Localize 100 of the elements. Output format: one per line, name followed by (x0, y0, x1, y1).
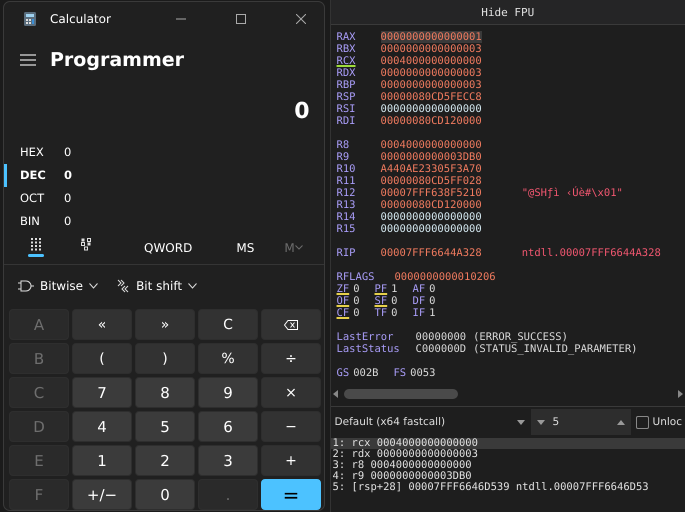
dropdown-button[interactable]: Bit shift (116, 273, 198, 300)
calculator-key[interactable]: 6 (198, 411, 258, 442)
bit-shift-icon (116, 279, 130, 294)
calculator-key[interactable]: % (198, 343, 258, 374)
hide-fpu-button[interactable]: Hide FPU (481, 6, 534, 18)
calculator-key[interactable]: 2 (135, 445, 195, 476)
result-display: 0 (294, 99, 310, 126)
calculator-app-icon (24, 12, 36, 26)
register-value[interactable]: 00000000 (416, 331, 466, 343)
register-value[interactable]: 002B (353, 367, 378, 379)
flag-name: CF (336, 307, 350, 319)
horizontal-scrollbar[interactable] (330, 386, 685, 402)
radix-row[interactable]: DEC 0 (4, 164, 204, 187)
calculator-key[interactable]: ÷ (261, 343, 321, 374)
keypad-icon (31, 238, 41, 252)
argument-row[interactable]: 5: [rsp+28] 00007FFF6646D539 ntdll.00007FFF6646D53 (330, 482, 685, 493)
argument-row[interactable]: 1: rcx 0004000000000000 (330, 438, 685, 449)
calculator-key[interactable]: 1 (72, 445, 132, 476)
backspace-icon (284, 320, 298, 330)
calculator-key[interactable]: « (72, 309, 132, 340)
register-value[interactable]: 0000000000000001 (380, 31, 482, 43)
register-name: R8 (336, 139, 350, 151)
register-name: GS (336, 367, 350, 379)
argument-row[interactable]: 4: r9 0000000000003DB0 (330, 471, 685, 482)
radix-row[interactable]: HEX 0 (4, 140, 204, 164)
unlock-checkbox[interactable]: Unloc (636, 416, 682, 428)
flag-value[interactable]: 0 (353, 307, 360, 319)
menu-button[interactable] (20, 54, 36, 66)
argument-row[interactable]: 2: rdx 0000000000000003 (330, 449, 685, 460)
register-name: LastStatus (336, 343, 401, 355)
register-name: RBX (336, 43, 356, 55)
register-name: RFLAGS (336, 271, 374, 283)
calculator-key[interactable]: » (135, 309, 195, 340)
register-value[interactable]: C000000D (416, 343, 466, 355)
register-value[interactable]: 0053 (410, 367, 436, 379)
flag-value[interactable]: 1 (429, 307, 436, 319)
calculator-key[interactable]: + (261, 445, 321, 476)
flag-value[interactable]: 0 (391, 307, 398, 319)
radix-row[interactable]: BIN 0 (4, 210, 204, 233)
flag-value[interactable]: 0 (353, 295, 360, 307)
register-name: R12 (336, 187, 356, 199)
register-value[interactable]: 00000080CD120000 (380, 115, 482, 127)
dropdown-button[interactable]: Bitwise (18, 273, 98, 300)
register-value[interactable]: 00007FFF6644A328 (380, 247, 482, 259)
register-value[interactable]: 0000000000010206 (394, 271, 496, 283)
calculator-key[interactable]: C (198, 309, 258, 340)
status-description: (STATUS_INVALID_PARAMETER) (473, 343, 638, 355)
radix-row[interactable]: OCT 0 (4, 186, 204, 210)
register-name: R14 (336, 211, 356, 223)
calculator-key[interactable]: − (261, 411, 321, 442)
calculator-key[interactable]: +/− (72, 479, 132, 510)
calculator-key[interactable]: 8 (135, 377, 195, 408)
backspace-key[interactable] (261, 309, 321, 340)
register-name: RBP (336, 79, 356, 91)
calculator-key[interactable]: 0 (135, 479, 195, 510)
flag-value[interactable]: 0 (429, 283, 436, 295)
register-name: R9 (336, 151, 350, 163)
register-value[interactable]: 0004000000000000 (380, 55, 482, 67)
register-value[interactable]: 0000000000000000 (380, 223, 482, 235)
chevron-down-icon (89, 283, 98, 290)
register-value[interactable]: 0000000000003DB0 (380, 151, 482, 163)
register-value[interactable]: 00000080CD5FECC8 (380, 91, 482, 103)
maximize-icon (236, 14, 246, 24)
register-value[interactable]: 00000080CD120000 (380, 199, 482, 211)
memory-button[interactable]: MS (236, 240, 254, 255)
calculator-key[interactable]: 7 (72, 377, 132, 408)
flag-name: AF (412, 283, 426, 295)
register-value[interactable]: 0000000000000000 (380, 103, 482, 115)
register-name: RAX (336, 31, 356, 43)
word-size-button[interactable]: QWORD (144, 240, 192, 255)
calculator-key[interactable]: ) (135, 343, 195, 374)
register-value[interactable]: 00007FFF638F5210 (380, 187, 482, 199)
calculator-key[interactable]: 9 (198, 377, 258, 408)
argument-count-spinner[interactable]: 5 (530, 409, 631, 435)
register-name: RDX (336, 67, 356, 79)
register-value[interactable]: A440AE23305F3A70 (380, 163, 482, 175)
flag-value[interactable]: 0 (391, 295, 398, 307)
calling-convention-dropdown[interactable]: Default (x64 fastcall) (330, 408, 531, 436)
register-value[interactable]: 0000000000000000 (380, 211, 482, 223)
register-value[interactable]: 0000000000000003 (380, 67, 482, 79)
flag-value[interactable]: 1 (391, 283, 398, 295)
mode-title: Programmer (50, 48, 184, 71)
calculator-key[interactable]: = (261, 479, 321, 510)
register-name: RCX (336, 55, 356, 67)
calculator-key[interactable]: ( (72, 343, 132, 374)
chevron-down-icon (188, 283, 198, 290)
flag-name: DF (412, 295, 426, 307)
register-value[interactable]: 0004000000000000 (380, 139, 482, 151)
calculator-key[interactable]: × (261, 377, 321, 408)
calculator-key[interactable]: 4 (72, 411, 132, 442)
flag-value[interactable]: 0 (353, 283, 360, 295)
calculator-key[interactable]: 3 (198, 445, 258, 476)
register-name: R13 (336, 199, 356, 211)
register-value[interactable]: 00000080CD5FF028 (380, 175, 482, 187)
flag-value[interactable]: 0 (429, 295, 436, 307)
register-value[interactable]: 0000000000000003 (380, 43, 482, 55)
calculator-key[interactable]: 5 (135, 411, 195, 442)
register-value[interactable]: 0000000000000003 (380, 79, 482, 91)
argument-row[interactable]: 3: r8 0004000000000000 (330, 460, 685, 471)
register-name: RSI (336, 103, 356, 115)
